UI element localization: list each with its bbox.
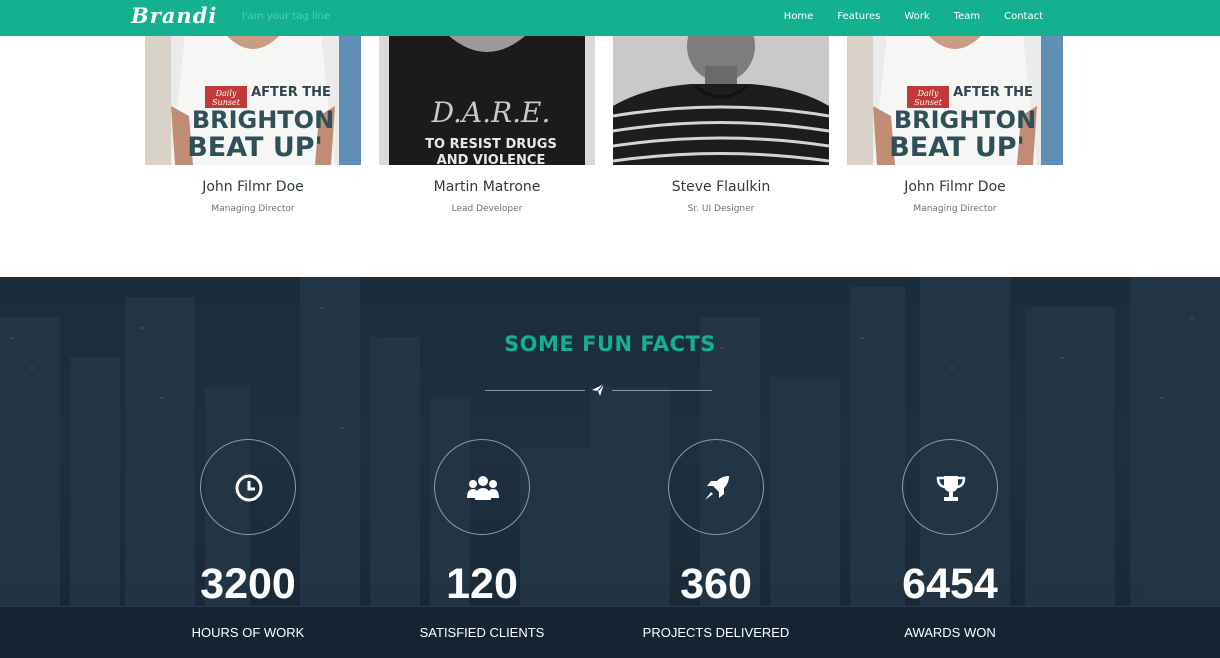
fact-item: 6454 (860, 439, 1040, 609)
svg-text:BEAT UP': BEAT UP' (889, 132, 1025, 163)
nav-features[interactable]: Features (837, 11, 880, 22)
fun-facts-section: SOME FUN FACTS 3200 120 360 6454 HOURS O… (0, 277, 1220, 658)
team-member: Daily Sunset AFTER THE BRIGHTON BEAT UP'… (145, 36, 361, 214)
team-member: Steve Flaulkin Sr. UI Designer (613, 36, 829, 214)
svg-text:D.A.R.E.: D.A.R.E. (431, 96, 551, 129)
svg-text:Daily: Daily (917, 89, 939, 98)
svg-text:BRIGHTON: BRIGHTON (894, 106, 1036, 134)
nav-team[interactable]: Team (954, 11, 980, 22)
svg-text:BEAT UP': BEAT UP' (187, 132, 323, 163)
fact-number: 6454 (902, 560, 998, 608)
facts-label-bar: HOURS OF WORK SATISFIED CLIENTS PROJECTS… (0, 606, 1220, 658)
member-name: John Filmr Doe (904, 179, 1006, 195)
fact-label: AWARDS WON (904, 625, 996, 640)
member-name: Martin Matrone (433, 179, 541, 195)
member-name: Steve Flaulkin (671, 179, 771, 195)
svg-text:TO RESIST DRUGS: TO RESIST DRUGS (425, 137, 557, 152)
divider-line-right (612, 390, 712, 391)
member-role: Managing Director (913, 204, 997, 214)
member-role: Lead Developer (451, 204, 523, 214)
member-photo: Daily Sunset AFTER THE BRIGHTON BEAT UP' (145, 36, 361, 165)
brand-logo[interactable]: Brandi (131, 3, 217, 28)
title-divider (485, 382, 712, 398)
fact-icon-circle (434, 439, 530, 535)
fact-label: SATISFIED CLIENTS (419, 625, 545, 640)
member-role: Sr. UI Designer (687, 204, 755, 214)
divider-line-left (485, 390, 585, 391)
fun-facts-title: SOME FUN FACTS (504, 332, 716, 356)
fact-number: 120 (446, 560, 518, 608)
fact-item: 360 (626, 439, 806, 609)
paper-plane-icon (591, 382, 605, 401)
svg-text:AFTER THE: AFTER THE (953, 85, 1033, 100)
nav-work[interactable]: Work (904, 11, 929, 22)
team-section: Daily Sunset AFTER THE BRIGHTON BEAT UP'… (0, 36, 1220, 277)
member-name: John Filmr Doe (202, 179, 304, 195)
nav-home[interactable]: Home (784, 11, 814, 22)
fact-label: HOURS OF WORK (191, 625, 305, 640)
fact-number: 3200 (200, 560, 296, 608)
svg-text:AFTER THE: AFTER THE (251, 85, 331, 100)
svg-text:BRIGHTON: BRIGHTON (192, 106, 334, 134)
member-photo: Daily Sunset AFTER THE BRIGHTON BEAT UP' (847, 36, 1063, 165)
fact-icon-circle (902, 439, 998, 535)
nav-contact[interactable]: Contact (1004, 11, 1043, 22)
svg-text:Daily: Daily (215, 89, 237, 98)
fact-icon-circle (200, 439, 296, 535)
fact-label: PROJECTS DELIVERED (642, 625, 790, 640)
fact-item: 3200 (158, 439, 338, 609)
member-photo: D.A.R.E. TO RESIST DRUGS AND VIOLENCE (379, 36, 595, 165)
svg-text:AND VIOLENCE: AND VIOLENCE (437, 153, 546, 165)
fact-icon-circle (668, 439, 764, 535)
tagline: I'am your tag line (242, 11, 331, 22)
member-photo (613, 36, 829, 165)
team-member: D.A.R.E. TO RESIST DRUGS AND VIOLENCE Ma… (379, 36, 595, 214)
team-member: Daily Sunset AFTER THE BRIGHTON BEAT UP'… (847, 36, 1063, 214)
navbar: Brandi I'am your tag line Home Features … (0, 0, 1220, 36)
fact-item: 120 (392, 439, 572, 609)
member-role: Managing Director (211, 204, 295, 214)
fact-number: 360 (680, 560, 752, 608)
main-nav: Home Features Work Team Contact (760, 11, 1043, 22)
